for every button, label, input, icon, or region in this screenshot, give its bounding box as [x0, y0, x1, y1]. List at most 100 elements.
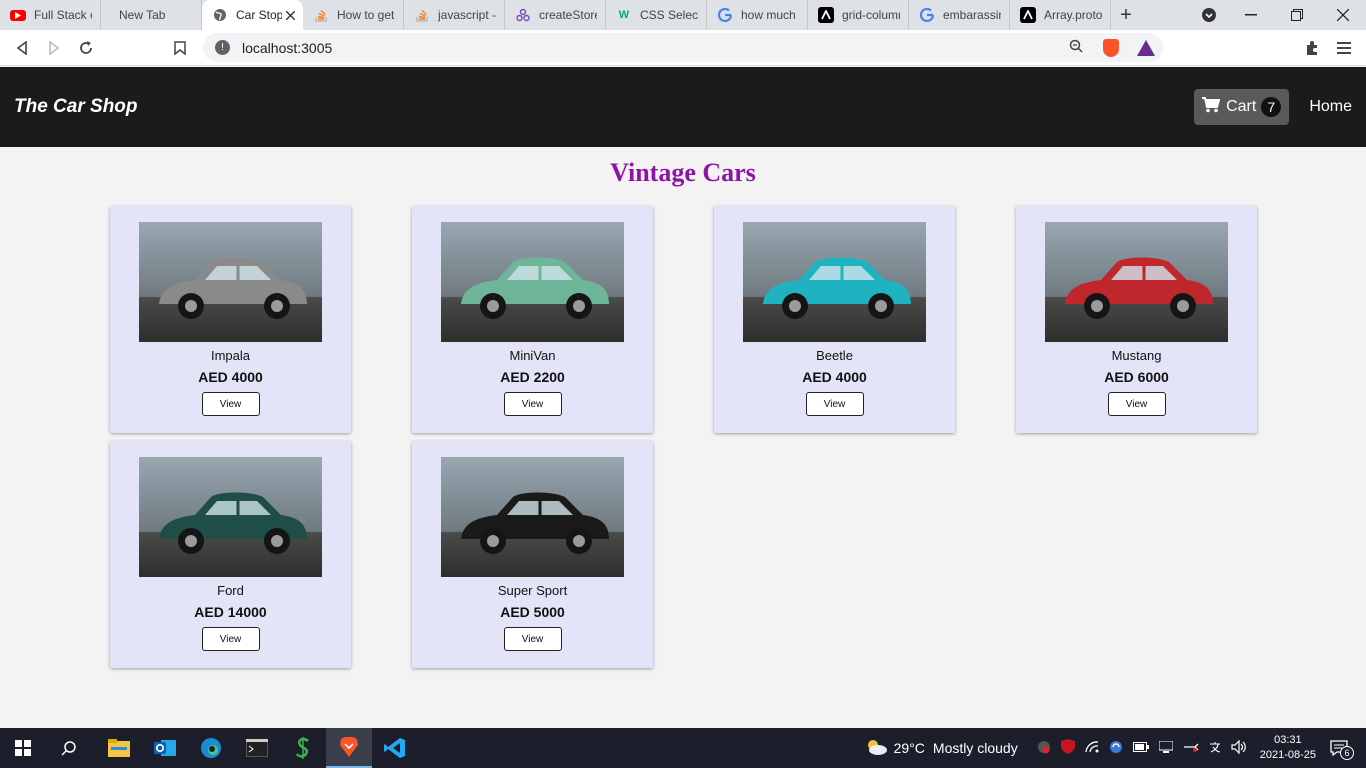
notification-center-icon[interactable]: 6: [1330, 740, 1356, 760]
site-info-icon[interactable]: !: [215, 40, 230, 55]
weather-text[interactable]: Mostly cloudy: [933, 740, 1018, 756]
view-button[interactable]: View: [1107, 392, 1166, 416]
tab-close-icon[interactable]: [285, 7, 296, 23]
redux-icon: [515, 7, 531, 23]
browser-tab[interactable]: Car Stop: [202, 0, 303, 30]
cart-count-badge: 7: [1261, 97, 1282, 117]
browser-tab[interactable]: embarassing: [909, 0, 1010, 30]
brave-taskbar-icon[interactable]: [326, 728, 372, 768]
new-tab-button[interactable]: +: [1111, 0, 1141, 30]
bookmark-icon[interactable]: [164, 32, 196, 64]
site-navbar: The Car Shop Cart 7 Home: [0, 67, 1366, 147]
restore-icon[interactable]: [1274, 0, 1320, 30]
search-icon[interactable]: [46, 728, 92, 768]
site-brand[interactable]: The Car Shop: [14, 96, 138, 118]
view-button[interactable]: View: [201, 627, 260, 651]
file-explorer-icon[interactable]: [96, 728, 142, 768]
browser-tab[interactable]: how much c: [707, 0, 808, 30]
car-price: AED 5000: [500, 604, 565, 620]
car-name: Ford: [217, 583, 244, 598]
view-button[interactable]: View: [503, 627, 562, 651]
tab-search-icon[interactable]: [1186, 0, 1232, 30]
extensions-icon[interactable]: [1296, 32, 1328, 64]
product-card: Impala AED 4000 View: [110, 206, 351, 433]
car-name: Impala: [210, 348, 251, 363]
home-link[interactable]: Home: [1309, 98, 1352, 116]
cart-button[interactable]: Cart 7: [1194, 89, 1290, 125]
car-price: AED 6000: [1104, 369, 1169, 385]
system-clock[interactable]: 03:31 2021-08-25: [1260, 733, 1316, 763]
system-tray: 29°C Mostly cloudy 03:31 2021-08-25 6: [864, 728, 1366, 768]
globe-icon: [212, 7, 228, 23]
product-grid: Impala AED 4000 View MiniVan AED 2200 View Bee…: [110, 206, 1257, 668]
minimize-icon[interactable]: [1228, 0, 1274, 30]
clock-date: 2021-08-25: [1259, 749, 1316, 761]
wifi-icon[interactable]: [1085, 740, 1099, 756]
clock-time: 03:31: [1274, 734, 1302, 746]
weather-icon[interactable]: [864, 738, 888, 759]
tab-title: Car Stop: [236, 8, 282, 22]
stackoverflow-icon: [414, 7, 430, 23]
language-icon[interactable]: [1209, 741, 1221, 756]
forward-icon[interactable]: [38, 32, 70, 64]
car-name: Beetle: [816, 348, 853, 363]
product-card: Beetle AED 4000 View: [714, 206, 955, 433]
tab-title: embarassing: [943, 8, 1001, 22]
cart-icon: [1202, 96, 1221, 118]
browser-tab[interactable]: Array.proto: [1010, 0, 1111, 30]
car-name: Super Sport: [497, 583, 568, 598]
outlook-icon[interactable]: [142, 728, 188, 768]
reload-icon[interactable]: [70, 32, 102, 64]
car-name: MiniVan: [509, 348, 556, 363]
car-price: AED 14000: [194, 604, 267, 620]
browser-tab[interactable]: New Tab: [101, 0, 202, 30]
browser-tab[interactable]: grid-column: [808, 0, 909, 30]
browser-menu-icon[interactable]: [1328, 32, 1360, 64]
tab-title: Full Stack eC: [34, 8, 92, 22]
edge-icon[interactable]: [188, 728, 234, 768]
browser-tab[interactable]: W CSS Selecto: [606, 0, 707, 30]
youtube-icon: [10, 9, 26, 21]
address-bar[interactable]: ! localhost:3005: [203, 33, 1163, 62]
browser-tab-strip: Full Stack eC New Tab Car Stop How to get ja…: [0, 0, 1366, 30]
back-icon[interactable]: [6, 32, 38, 64]
google-icon: [717, 7, 733, 23]
zoom-icon[interactable]: [1069, 39, 1083, 56]
brave-rewards-icon[interactable]: [1137, 39, 1155, 56]
vscode-icon[interactable]: [372, 728, 418, 768]
view-button[interactable]: View: [503, 392, 562, 416]
mcafee-icon[interactable]: [1060, 739, 1075, 757]
usb-icon[interactable]: [1183, 741, 1199, 756]
google-icon: [919, 7, 935, 23]
tab-title: CSS Selecto: [640, 8, 698, 22]
money-app-icon[interactable]: [280, 728, 326, 768]
terminal-icon[interactable]: [234, 728, 280, 768]
car-price: AED 2200: [500, 369, 565, 385]
security-icon[interactable]: [1037, 740, 1051, 757]
mdn-icon: [1020, 7, 1036, 23]
notification-count-badge: 6: [1340, 746, 1354, 760]
start-icon[interactable]: [0, 728, 46, 768]
product-card: Mustang AED 6000 View: [1016, 206, 1257, 433]
car-image: [743, 222, 926, 342]
car-image: [139, 457, 322, 577]
car-price: AED 4000: [198, 369, 263, 385]
browser-tab[interactable]: javascript -: [404, 0, 505, 30]
battery-icon[interactable]: [1132, 741, 1149, 755]
brave-shields-icon[interactable]: [1103, 38, 1119, 57]
sync-icon[interactable]: [1109, 740, 1123, 757]
car-image: [441, 222, 624, 342]
car-image: [441, 457, 624, 577]
tab-title: New Tab: [119, 8, 166, 22]
view-button[interactable]: View: [201, 392, 260, 416]
tab-title: grid-column: [842, 8, 900, 22]
network-icon[interactable]: [1158, 740, 1174, 756]
view-button[interactable]: View: [805, 392, 864, 416]
browser-tab[interactable]: createStore: [505, 0, 606, 30]
weather-temp[interactable]: 29°C: [894, 740, 925, 756]
tab-title: how much c: [741, 8, 799, 22]
browser-tab[interactable]: Full Stack eC: [0, 0, 101, 30]
volume-icon[interactable]: [1231, 739, 1247, 757]
browser-tab[interactable]: How to get: [303, 0, 404, 30]
close-window-icon[interactable]: [1320, 0, 1366, 30]
